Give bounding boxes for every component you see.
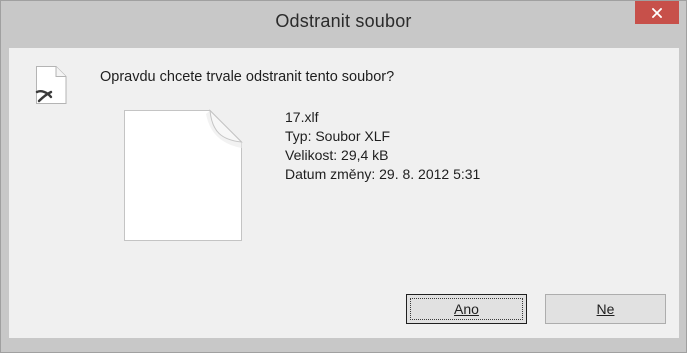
yes-button[interactable]: Ano	[406, 294, 527, 324]
file-type: Typ: Soubor XLF	[285, 128, 391, 144]
file-modified-date: Datum změny: 29. 8. 2012 5:31	[285, 166, 481, 182]
confirm-question: Opravdu chcete trvale odstranit tento so…	[100, 69, 395, 85]
no-button-label: Ne	[596, 301, 615, 317]
dialog-title: Odstranit soubor	[275, 10, 412, 31]
dialog-content: Opravdu chcete trvale odstranit tento so…	[9, 48, 679, 338]
title-bar[interactable]: Odstranit soubor	[1, 1, 686, 37]
yes-button-label: Ano	[454, 301, 479, 317]
delete-file-icon	[35, 66, 67, 109]
no-button[interactable]: Ne	[545, 294, 666, 324]
close-icon	[652, 7, 662, 18]
file-name: 17.xlf	[285, 109, 319, 125]
close-button[interactable]	[635, 1, 679, 24]
file-size: Velikost: 29,4 kB	[285, 147, 389, 163]
file-icon	[122, 108, 244, 248]
delete-file-dialog: Odstranit soubor Opravdu chcete trvale o…	[0, 0, 687, 353]
file-details: 17.xlf Typ: Soubor XLF Velikost: 29,4 kB…	[285, 108, 480, 184]
